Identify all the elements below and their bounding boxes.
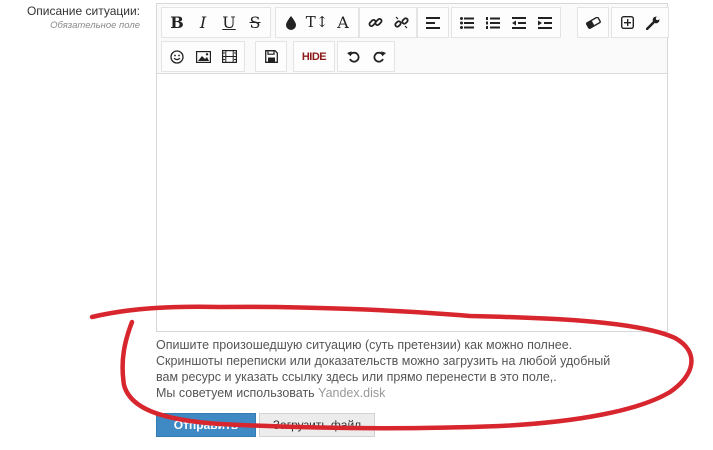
unlink-icon	[393, 16, 409, 29]
media-group	[161, 41, 245, 72]
eraser-icon	[585, 16, 601, 29]
help-text: Опишите произошедшую ситуацию (суть прет…	[156, 337, 676, 401]
hide-group: HIDE	[293, 41, 335, 72]
help-line: Скриншоты переписки или доказательств мо…	[156, 354, 611, 368]
required-hint: Обязательное поле	[50, 20, 140, 31]
font-family-icon: A	[337, 12, 349, 32]
underline-icon: U	[222, 12, 236, 32]
floppy-icon	[264, 50, 278, 63]
font-family-button[interactable]: A	[330, 9, 356, 36]
save-group	[255, 41, 287, 72]
format-group	[577, 7, 609, 38]
tools-button[interactable]	[640, 9, 666, 36]
help-line: вам ресурс и указать ссылку здесь или пр…	[156, 370, 557, 384]
text-color-button[interactable]	[278, 9, 304, 36]
font-size-button[interactable]: T↕	[304, 9, 330, 36]
indent-button[interactable]	[532, 9, 558, 36]
editor-toolbar: B I U S T↕ A HIDE	[157, 4, 669, 74]
help-prefix: Мы советуем использовать	[156, 386, 319, 400]
submit-button[interactable]: Отправить	[156, 413, 256, 437]
droplet-icon	[286, 15, 296, 30]
misc-group	[611, 7, 669, 38]
list-group	[451, 7, 561, 38]
save-draft-button[interactable]	[258, 43, 284, 70]
remove-link-button[interactable]	[388, 9, 414, 36]
yandex-disk-link[interactable]: Yandex.disk	[318, 386, 385, 400]
redo-button[interactable]	[366, 43, 392, 70]
indent-icon	[538, 16, 552, 29]
redo-icon	[373, 51, 386, 63]
outdent-button[interactable]	[506, 9, 532, 36]
outdent-icon	[512, 16, 526, 29]
wrench-icon	[646, 16, 660, 30]
plus-box-icon	[620, 16, 634, 29]
help-line: Мы советуем использовать Yandex.disk	[156, 385, 676, 401]
insert-button[interactable]	[614, 9, 640, 36]
remove-format-button[interactable]	[580, 9, 606, 36]
align-group	[417, 7, 449, 38]
undo-button[interactable]	[340, 43, 366, 70]
rich-text-editor: B I U S T↕ A HIDE	[156, 3, 669, 332]
help-line: Опишите произошедшую ситуацию (суть прет…	[156, 338, 573, 352]
history-group	[337, 41, 395, 72]
field-label: Описание ситуации:	[26, 4, 140, 18]
film-icon	[221, 50, 237, 63]
align-left-icon	[426, 16, 440, 29]
numbered-list-icon	[486, 16, 500, 29]
align-button[interactable]	[420, 9, 446, 36]
upload-file-button[interactable]: Загрузить файл	[259, 413, 375, 437]
undo-icon	[346, 51, 359, 63]
smiley-icon	[170, 49, 184, 64]
insert-media-button[interactable]	[216, 43, 242, 70]
link-icon	[368, 18, 382, 27]
smilies-button[interactable]	[164, 43, 190, 70]
strikethrough-icon: S	[249, 12, 261, 32]
strikethrough-button[interactable]: S	[242, 9, 268, 36]
italic-button[interactable]: I	[190, 9, 216, 36]
image-icon	[195, 50, 211, 63]
hide-button[interactable]: HIDE	[300, 43, 328, 70]
editor-content-area[interactable]	[157, 74, 667, 331]
bullet-list-icon	[460, 16, 474, 29]
insert-image-button[interactable]	[190, 43, 216, 70]
italic-icon: I	[199, 12, 207, 32]
field-label-column: Описание ситуации: Обязательное поле	[0, 4, 140, 32]
link-group	[359, 7, 417, 38]
bullet-list-button[interactable]	[454, 9, 480, 36]
numbered-list-button[interactable]	[480, 9, 506, 36]
underline-button[interactable]: U	[216, 9, 242, 36]
hide-icon: HIDE	[301, 50, 327, 63]
font-size-icon: T↕	[305, 13, 329, 31]
bold-button[interactable]: B	[164, 9, 190, 36]
font-group: T↕ A	[275, 7, 359, 38]
insert-link-button[interactable]	[362, 9, 388, 36]
text-style-group: B I U S	[161, 7, 271, 38]
bold-icon: B	[170, 12, 184, 32]
